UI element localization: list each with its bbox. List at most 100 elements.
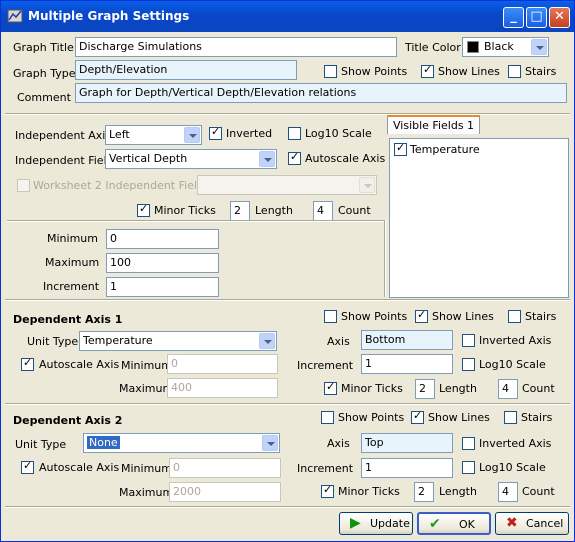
graph-type-input[interactable]: Depth/Elevation bbox=[75, 60, 297, 80]
update-button[interactable]: ▶ Update bbox=[339, 512, 413, 535]
dep1-length-input[interactable]: 2 bbox=[415, 379, 435, 399]
title-color-select[interactable]: Black bbox=[462, 37, 549, 57]
dep2-minimum-input[interactable]: 0 bbox=[169, 458, 281, 478]
checkmark-icon: ✓ bbox=[417, 308, 427, 321]
checkmark-icon: ✓ bbox=[139, 202, 149, 215]
dep1-autoscale-checkbox[interactable]: ✓ bbox=[21, 356, 34, 371]
dep2-unit-type-label: Unit Type bbox=[15, 438, 67, 451]
stairs-label: Stairs bbox=[525, 65, 557, 78]
maximize-icon: □ bbox=[530, 9, 543, 24]
chevron-down-icon[interactable] bbox=[531, 39, 547, 55]
inverted-checkbox[interactable]: ✓ bbox=[209, 125, 222, 140]
stairs-checkbox[interactable] bbox=[508, 65, 521, 78]
dep2-increment-input[interactable]: 1 bbox=[361, 458, 453, 478]
dep2-show-lines-checkbox[interactable]: ✓ bbox=[411, 409, 424, 424]
dep2-stairs-label: Stairs bbox=[521, 411, 553, 424]
title-bar[interactable]: Multiple Graph Settings _ □ ✕ bbox=[1, 1, 574, 32]
field-temperature-checkbox[interactable]: ✓ bbox=[394, 141, 407, 156]
dep2-axis-input[interactable]: Top bbox=[361, 433, 453, 453]
maximum-input[interactable]: 100 bbox=[106, 253, 219, 273]
dep1-unit-type-select[interactable]: Temperature bbox=[79, 331, 277, 351]
divider bbox=[384, 220, 386, 297]
length-label: Length bbox=[255, 204, 293, 217]
dep1-unit-type-label: Unit Type bbox=[27, 335, 79, 348]
dep1-increment-label: Increment bbox=[297, 359, 354, 372]
checkmark-icon: ✓ bbox=[323, 483, 333, 496]
chevron-down-icon[interactable] bbox=[184, 127, 200, 143]
dep1-stairs-label: Stairs bbox=[525, 310, 557, 323]
ok-button[interactable]: ✔ OK bbox=[417, 512, 491, 535]
increment-label: Increment bbox=[43, 280, 100, 293]
inverted-label: Inverted bbox=[226, 127, 273, 140]
dep2-length-label: Length bbox=[439, 485, 477, 498]
worksheet2-field-select[interactable] bbox=[197, 175, 377, 195]
dep2-length-input[interactable]: 2 bbox=[414, 482, 434, 502]
dep1-maximum-input[interactable]: 400 bbox=[167, 378, 278, 398]
independent-axis-select[interactable]: Left bbox=[105, 125, 202, 145]
log10-scale-checkbox[interactable] bbox=[288, 127, 301, 140]
dep2-inverted-axis-checkbox[interactable] bbox=[462, 437, 475, 450]
comment-input[interactable]: Graph for Depth/Vertical Depth/Elevation… bbox=[75, 83, 567, 103]
close-button[interactable]: ✕ bbox=[549, 7, 570, 28]
checkmark-icon: ✓ bbox=[23, 356, 33, 369]
checkmark-icon: ✓ bbox=[396, 141, 406, 154]
graph-title-input[interactable]: Discharge Simulations bbox=[75, 37, 397, 57]
dep1-log10-label: Log10 Scale bbox=[479, 358, 546, 371]
app-icon bbox=[7, 9, 23, 23]
dep1-axis-input[interactable]: Bottom bbox=[361, 330, 453, 350]
dep2-log10-checkbox[interactable] bbox=[462, 461, 475, 474]
dep1-minimum-input[interactable]: 0 bbox=[167, 354, 278, 374]
dep1-log10-checkbox[interactable] bbox=[462, 358, 475, 371]
cancel-button[interactable]: ✖ Cancel bbox=[495, 512, 569, 535]
chevron-down-icon[interactable] bbox=[259, 333, 275, 349]
dep1-count-input[interactable]: 4 bbox=[498, 379, 518, 399]
dep2-show-points-label: Show Points bbox=[338, 411, 405, 424]
maximize-button[interactable]: □ bbox=[526, 7, 547, 28]
dep1-autoscale-label: Autoscale Axis bbox=[39, 358, 120, 371]
dep2-maximum-label: Maximum bbox=[119, 486, 174, 499]
dep2-show-points-checkbox[interactable] bbox=[321, 411, 334, 424]
independent-axis-label: Independent Axis bbox=[15, 129, 112, 142]
minor-ticks-checkbox[interactable]: ✓ bbox=[137, 202, 150, 217]
dep2-autoscale-checkbox[interactable]: ✓ bbox=[21, 459, 34, 474]
worksheet2-checkbox[interactable] bbox=[17, 179, 30, 192]
dep2-count-input[interactable]: 4 bbox=[498, 482, 518, 502]
ok-button-label: OK bbox=[459, 518, 475, 531]
dep1-show-points-checkbox[interactable] bbox=[324, 310, 337, 323]
count-input[interactable]: 4 bbox=[313, 201, 333, 221]
divider bbox=[5, 403, 570, 405]
minimum-input[interactable]: 0 bbox=[106, 229, 219, 249]
length-input[interactable]: 2 bbox=[230, 201, 250, 221]
dep2-maximum-input[interactable]: 2000 bbox=[169, 482, 281, 502]
dep2-minor-ticks-checkbox[interactable]: ✓ bbox=[321, 483, 334, 498]
autoscale-axis-label: Autoscale Axis bbox=[305, 152, 386, 165]
dep1-inverted-axis-checkbox[interactable] bbox=[462, 334, 475, 347]
autoscale-axis-checkbox[interactable]: ✓ bbox=[288, 150, 301, 165]
independent-axis-value: Left bbox=[109, 128, 130, 141]
dep1-stairs-checkbox[interactable] bbox=[508, 310, 521, 323]
independent-field-value: Vertical Depth bbox=[109, 152, 188, 165]
chevron-down-icon[interactable] bbox=[259, 151, 275, 167]
dep1-show-lines-checkbox[interactable]: ✓ bbox=[415, 308, 428, 323]
show-points-checkbox[interactable] bbox=[324, 65, 337, 78]
graph-title-label: Graph Title bbox=[13, 41, 74, 54]
independent-field-select[interactable]: Vertical Depth bbox=[105, 149, 277, 169]
dep1-length-label: Length bbox=[439, 382, 477, 395]
dep1-minor-ticks-checkbox[interactable]: ✓ bbox=[324, 380, 337, 395]
visible-fields-list: ✓ Temperature bbox=[389, 138, 569, 298]
dep2-header: Dependent Axis 2 bbox=[13, 414, 123, 427]
comment-label: Comment bbox=[17, 91, 71, 104]
dep1-axis-label: Axis bbox=[327, 335, 350, 348]
increment-input[interactable]: 1 bbox=[106, 277, 219, 297]
chevron-down-icon[interactable] bbox=[359, 177, 375, 193]
dep1-increment-input[interactable]: 1 bbox=[361, 354, 453, 374]
show-lines-checkbox[interactable]: ✓ bbox=[421, 63, 434, 78]
chevron-down-icon[interactable] bbox=[262, 435, 278, 451]
worksheet2-label: Worksheet 2 Independent Field bbox=[33, 179, 205, 192]
minimize-button[interactable]: _ bbox=[503, 7, 524, 28]
window-title: Multiple Graph Settings bbox=[28, 9, 190, 23]
dep2-unit-type-select[interactable]: None bbox=[83, 433, 280, 453]
tab-visible-fields-1[interactable]: Visible Fields 1 bbox=[387, 115, 481, 134]
dep1-show-points-label: Show Points bbox=[341, 310, 408, 323]
dep2-stairs-checkbox[interactable] bbox=[504, 411, 517, 424]
